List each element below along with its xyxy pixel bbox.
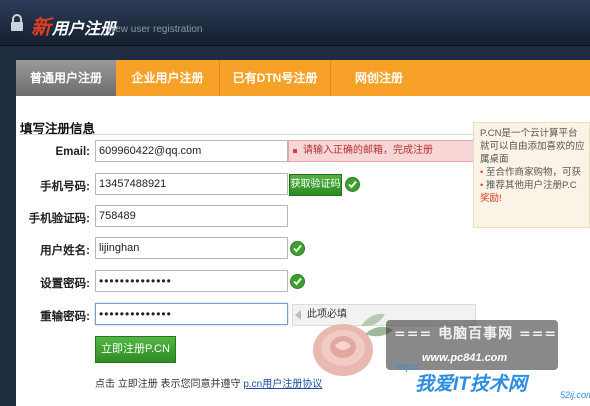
info-line: • 至合作商家购物，可获 [480,167,581,178]
tab-dtn-registration[interactable]: 已有DTN号注册 [220,60,330,96]
tab-enterprise-registration[interactable]: 企业用户注册 [116,60,219,96]
watermark-brand: 我爱IT技术网 [415,374,527,395]
registration-tabs: 普通用户注册 企业用户注册 已有DTN号注册 网创注册 [16,60,590,103]
section-divider [20,134,482,135]
password-confirm-field[interactable]: •••••••••••••• [95,303,288,325]
tab-personal-registration[interactable]: 普通用户注册 [16,60,116,103]
page-header: 新 用户注册 New user registration [0,0,590,46]
check-icon [290,241,305,256]
check-icon [345,177,360,192]
name-field[interactable]: lijinghan [95,237,288,259]
name-label: 用户姓名: [40,245,90,257]
password-field[interactable]: •••••••••••••• [95,270,288,292]
email-error-tip: 请输入正确的邮箱，完成注册 [288,140,474,162]
watermark-url: www.pc841.com [422,352,508,364]
email-label: Email: [55,146,90,158]
info-line: P.CN是一个云计算平台 [480,128,578,139]
register-now-button[interactable]: 立即注册P.CN [95,336,176,363]
get-code-button[interactable]: 获取验证码 [289,174,342,196]
phone-field[interactable]: 13457488921 [95,173,288,195]
bullet-icon: • [480,180,484,191]
rose-watermark-icon [313,313,393,376]
password-confirm-label: 重输密码: [40,311,90,323]
info-box: P.CN是一个云计算平台 就可以自由添加喜欢的应 属桌面 • 至合作商家购物，可… [473,122,590,228]
phone-code-label: 手机验证码: [28,213,90,225]
lock-icon [11,14,23,31]
email-field[interactable]: 609960422@qq.com [95,140,288,162]
info-line: 奖励! [480,193,502,204]
terms-note: 点击 立即注册 表示您同意并遵守 p.cn用户注册协议 [95,375,322,390]
brand-title: 用户注册 [52,21,117,38]
password-label: 设置密码: [40,278,90,290]
watermark-brand-sub: 52ij.com [560,390,590,400]
check-icon [290,274,305,289]
brand-subtitle: New user registration [108,24,203,35]
bullet-icon: • [480,167,484,178]
brand-new: 新 [31,17,51,39]
info-line: 属桌面 [480,154,509,165]
phone-label: 手机号码: [40,181,90,193]
watermark-title: === 电脑百事网 === [394,326,558,342]
info-line: 就可以自由添加喜欢的应 [480,141,585,152]
terms-text: 点击 立即注册 表示您同意并遵守 [95,379,241,390]
tab-netcreate-registration[interactable]: 网创注册 [331,60,427,96]
phone-code-field[interactable]: 758489 [95,205,288,227]
info-line: • 推荐其他用户注册P.C [480,180,577,191]
